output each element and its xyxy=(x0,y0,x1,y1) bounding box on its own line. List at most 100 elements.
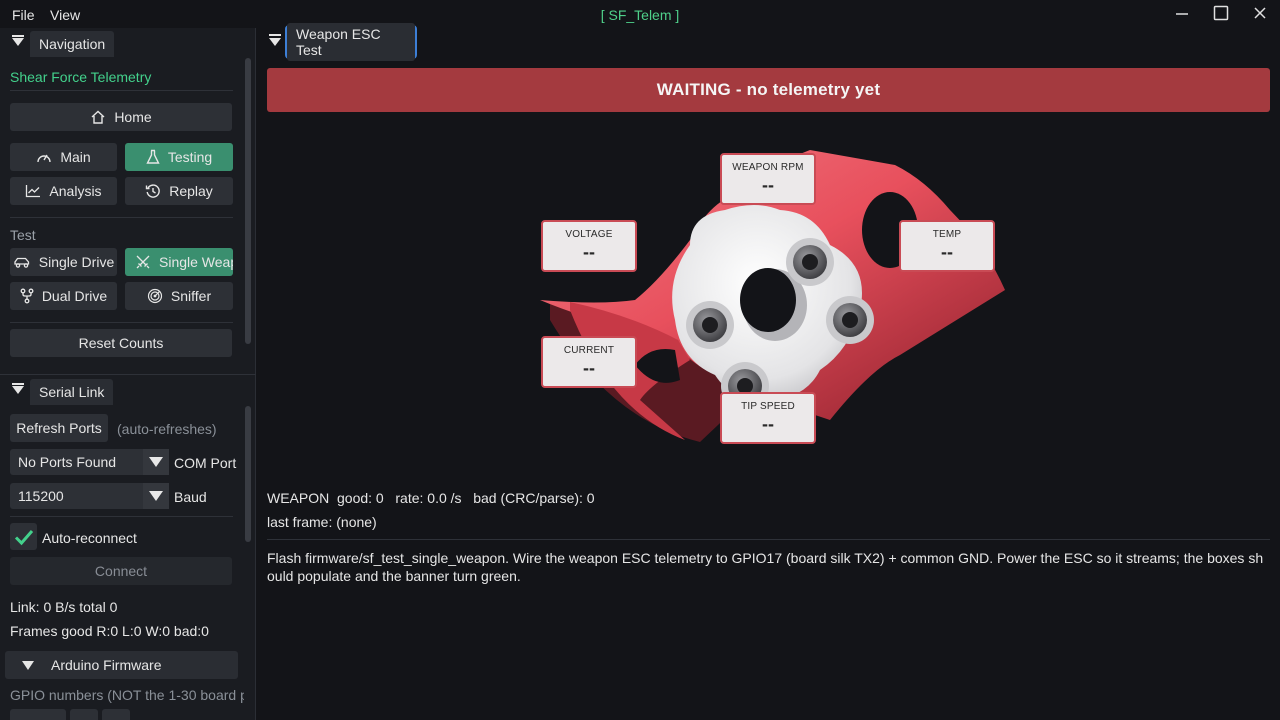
main-panel: Weapon ESC Test WAITING - no telemetry y… xyxy=(257,23,1280,720)
auto-refresh-note: (auto-refreshes) xyxy=(117,421,217,437)
testing-label: Testing xyxy=(167,149,213,165)
car-icon xyxy=(14,257,29,268)
dual-drive-label: Dual Drive xyxy=(41,288,108,304)
weapon-rpm-label: WEAPON RPM xyxy=(732,162,804,173)
history-icon xyxy=(146,184,161,198)
collapse-toggle-icon[interactable] xyxy=(12,383,24,394)
chevron-down-icon[interactable] xyxy=(143,483,169,509)
firmware-control[interactable] xyxy=(10,709,66,720)
tab-weapon-esc-test[interactable]: Weapon ESC Test xyxy=(285,23,417,61)
replay-button[interactable]: Replay xyxy=(125,177,233,205)
current-gauge: CURRENT -- xyxy=(541,336,637,388)
minimize-button[interactable] xyxy=(1162,2,1202,24)
divider xyxy=(10,516,233,517)
sniffer-button[interactable]: Sniffer xyxy=(125,282,233,310)
dual-drive-button[interactable]: Dual Drive xyxy=(10,282,117,310)
reset-counts-button[interactable]: Reset Counts xyxy=(10,329,232,357)
radar-icon xyxy=(147,288,162,304)
close-button[interactable] xyxy=(1240,2,1280,24)
auto-reconnect-label: Auto-reconnect xyxy=(42,530,137,546)
maximize-button[interactable] xyxy=(1201,2,1241,24)
com-port-label: COM Port xyxy=(174,455,237,471)
single-weapon-label: Single Weap xyxy=(159,254,233,270)
gauge-icon xyxy=(37,154,52,163)
com-port-select[interactable]: No Ports Found xyxy=(10,449,169,475)
chevron-down-icon[interactable] xyxy=(143,449,169,475)
divider xyxy=(267,539,1270,540)
tab-weapon-esc-test-label: Weapon ESC Test xyxy=(287,23,415,61)
voltage-label: VOLTAGE xyxy=(565,229,613,240)
divider xyxy=(10,322,233,323)
testing-button[interactable]: Testing xyxy=(125,143,233,171)
maximize-icon xyxy=(1213,5,1229,21)
weapon-stats: WEAPON good: 0 rate: 0.0 /s bad (CRC/par… xyxy=(267,490,595,506)
test-section-label: Test xyxy=(10,227,36,243)
single-drive-button[interactable]: Single Drive xyxy=(10,248,117,276)
main-label: Main xyxy=(60,149,91,165)
frames-stats: Frames good R:0 L:0 W:0 bad:0 xyxy=(10,623,209,639)
analysis-label: Analysis xyxy=(49,183,102,199)
link-stats: Link: 0 B/s total 0 xyxy=(10,599,118,615)
firmware-control[interactable] xyxy=(70,709,98,720)
collapse-toggle-bar xyxy=(269,34,281,36)
temp-value: -- xyxy=(941,242,953,262)
single-weapon-button[interactable]: Single Weap xyxy=(125,248,233,276)
weapon-rpm-gauge: WEAPON RPM -- xyxy=(720,153,816,205)
navigation-panel-header: Navigation xyxy=(0,28,256,57)
collapse-toggle-icon[interactable] xyxy=(12,35,24,46)
tip-speed-gauge: TIP SPEED -- xyxy=(720,392,816,444)
replay-label: Replay xyxy=(169,183,213,199)
serial-panel-header: Serial Link xyxy=(0,376,256,405)
flask-icon xyxy=(146,149,160,164)
checkmark-icon xyxy=(14,529,33,545)
firmware-control[interactable] xyxy=(102,709,130,720)
chart-line-icon xyxy=(26,185,41,198)
home-button[interactable]: Home xyxy=(10,103,232,131)
minimize-icon xyxy=(1176,13,1188,15)
temp-label: TEMP xyxy=(932,229,962,240)
refresh-ports-button[interactable]: Refresh Ports xyxy=(10,414,108,442)
arduino-firmware-header[interactable]: Arduino Firmware xyxy=(5,651,238,679)
temp-gauge: TEMP -- xyxy=(899,220,995,272)
gpio-note: GPIO numbers (NOT the 1-30 board po xyxy=(10,687,244,703)
serial-scrollbar[interactable] xyxy=(245,406,251,542)
left-sidebar: Navigation Shear Force Telemetry Home Ma… xyxy=(0,28,256,720)
tip-speed-value: -- xyxy=(762,414,774,434)
weapon-rpm-value: -- xyxy=(762,175,774,195)
analysis-button[interactable]: Analysis xyxy=(10,177,117,205)
connect-button[interactable]: Connect xyxy=(10,557,232,585)
single-drive-label: Single Drive xyxy=(38,254,115,270)
current-label: CURRENT xyxy=(563,345,615,356)
menu-view[interactable]: View xyxy=(50,7,80,23)
instructions-text: Flash firmware/sf_test_single_weapon. Wi… xyxy=(267,550,1264,584)
tab-navigation[interactable]: Navigation xyxy=(30,31,115,57)
navigation-scrollbar[interactable] xyxy=(245,58,251,344)
baud-label: Baud xyxy=(174,489,207,505)
main-button[interactable]: Main xyxy=(10,143,117,171)
divider xyxy=(10,90,233,91)
collapse-toggle-icon xyxy=(22,660,34,670)
swords-icon xyxy=(136,255,150,269)
home-icon xyxy=(91,110,105,124)
voltage-gauge: VOLTAGE -- xyxy=(541,220,637,272)
divider xyxy=(10,217,233,218)
baud-select[interactable]: 115200 xyxy=(10,483,169,509)
home-label: Home xyxy=(114,109,152,125)
sniffer-label: Sniffer xyxy=(170,288,212,304)
title-bar: File View [ SF_Telem ] xyxy=(0,0,1280,28)
tip-speed-label: TIP SPEED xyxy=(741,401,795,412)
baud-value: 115200 xyxy=(18,488,64,504)
collapse-toggle-icon[interactable] xyxy=(269,38,281,46)
tab-serial-link[interactable]: Serial Link xyxy=(30,379,114,405)
app-name-label: Shear Force Telemetry xyxy=(10,69,152,85)
close-icon xyxy=(1254,7,1266,19)
window-title: [ SF_Telem ] xyxy=(600,7,680,23)
auto-reconnect-checkbox[interactable] xyxy=(10,523,37,550)
current-value: -- xyxy=(583,358,595,378)
com-port-value: No Ports Found xyxy=(18,454,117,470)
last-frame: last frame: (none) xyxy=(267,514,377,530)
voltage-value: -- xyxy=(583,242,595,262)
status-banner: WAITING - no telemetry yet xyxy=(267,68,1270,112)
arduino-firmware-label: Arduino Firmware xyxy=(51,657,162,673)
menu-file[interactable]: File xyxy=(12,7,35,23)
